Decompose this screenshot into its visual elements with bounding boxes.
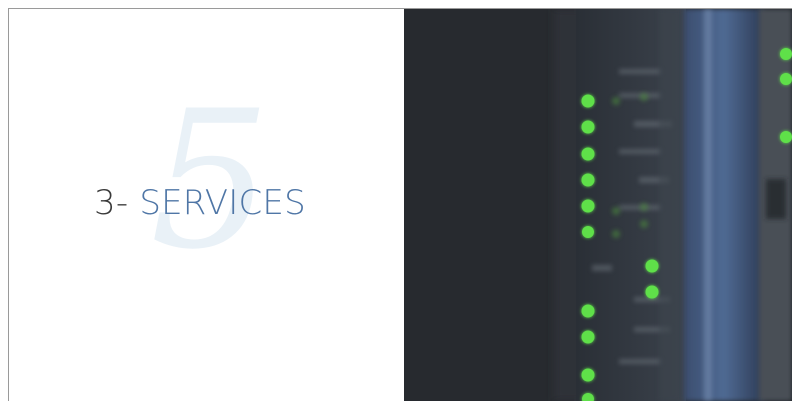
rack-rail xyxy=(659,9,681,401)
cabinet-highlight xyxy=(704,9,712,401)
slide: 5 3- SERVICES xyxy=(0,0,792,401)
blue-cabinet xyxy=(684,9,764,401)
server-rack-illustration xyxy=(404,9,792,401)
section-number: 3- xyxy=(94,183,129,223)
dark-background xyxy=(404,9,574,401)
right-rack-panel xyxy=(766,179,786,219)
server-rack-photo xyxy=(404,9,792,401)
section-title: SERVICES xyxy=(139,183,306,223)
section-heading: 3- SERVICES xyxy=(94,180,306,226)
